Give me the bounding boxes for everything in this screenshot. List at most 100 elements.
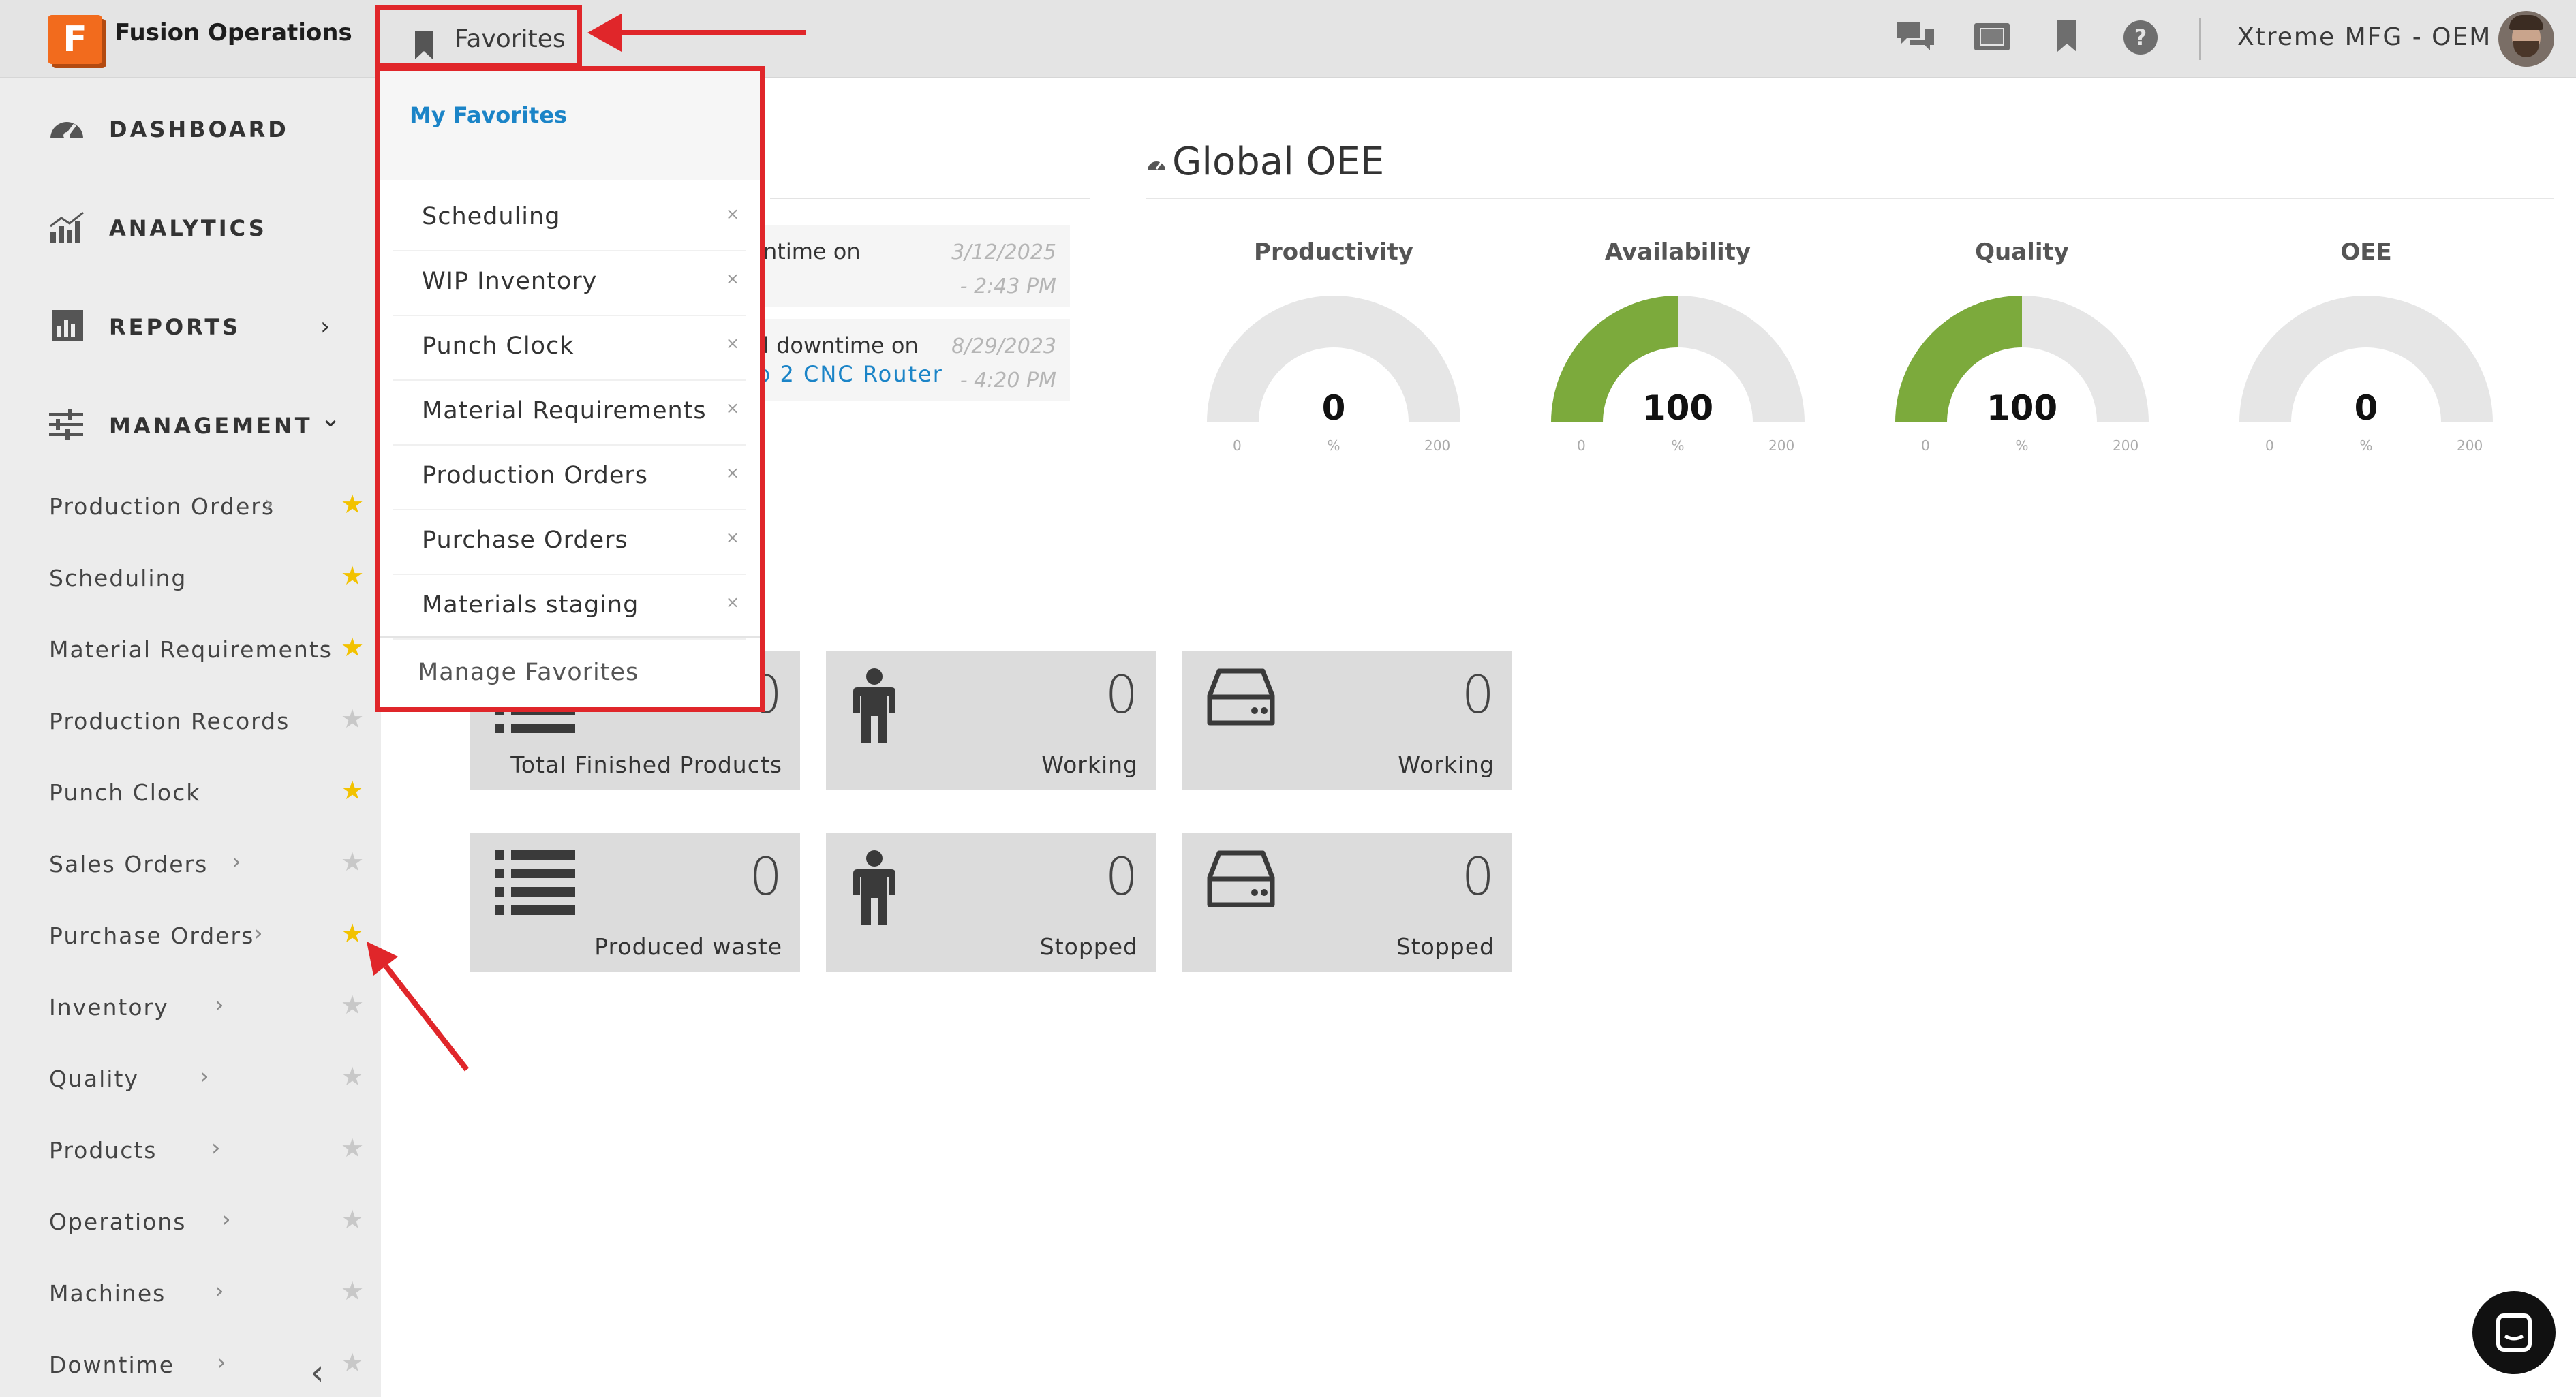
star-icon[interactable]: ★ [341,1061,364,1091]
favorite-item-label: Punch Clock [422,332,574,360]
remove-favorite-icon[interactable]: × [726,269,739,288]
star-icon[interactable]: ★ [341,1348,364,1378]
chevron-right-icon[interactable]: › [215,1277,224,1305]
remove-favorite-icon[interactable]: × [726,463,739,482]
star-icon[interactable]: ★ [341,990,364,1020]
remove-favorite-icon[interactable]: × [726,399,739,418]
gauge-title: Quality [1975,238,2069,266]
sidebar-item-label: MANAGEMENT [109,413,313,439]
sidebar-item-dashboard[interactable]: DASHBOARD [0,91,381,159]
sidebar-item-products[interactable]: Products › ★ [0,1114,381,1185]
app-title[interactable]: Fusion Operations [114,19,352,46]
manage-favorites-label: Manage Favorites [418,659,639,686]
chevron-right-icon[interactable]: › [320,313,330,341]
remove-favorite-icon[interactable]: × [726,204,739,223]
gauge-title: Availability [1604,238,1751,266]
favorite-item-material-requirements[interactable]: Material Requirements × [393,379,746,446]
star-icon[interactable]: ★ [341,1276,364,1306]
stat-card-working-people[interactable]: 0 Working [826,651,1156,790]
chat-launcher-button[interactable] [2472,1291,2556,1374]
sidebar-item-quality[interactable]: Quality › ★ [0,1042,381,1114]
avatar[interactable] [2498,11,2554,67]
stat-card-produced-waste[interactable]: 0 Produced waste [470,833,800,972]
sidebar-item-production-records[interactable]: Production Records ★ [0,685,381,756]
sidebar-item-material-requirements[interactable]: Material Requirements ★ [0,613,381,685]
star-icon[interactable]: ★ [341,489,364,519]
star-icon[interactable]: ★ [341,775,364,805]
sidebar-item-label: Downtime [49,1352,175,1378]
gauge-max: 200 [2457,437,2483,454]
sidebar-item-label: ANALYTICS [109,215,267,241]
sidebar-item-inventory[interactable]: Inventory › ★ [0,971,381,1042]
stat-card-working-machines[interactable]: 0 Working [1182,651,1512,790]
favorites-header-label: My Favorites [410,102,568,128]
notification-link[interactable]: p 2 CNC Router [756,361,943,387]
chevron-right-icon[interactable]: › [254,920,263,947]
favorites-dropdown: My Favorites Scheduling × WIP Inventory … [375,66,765,712]
favorite-item-punch-clock[interactable]: Punch Clock × [393,315,746,381]
sidebar-item-analytics[interactable]: ANALYTICS [0,189,381,258]
chevron-right-icon[interactable]: › [217,1349,226,1376]
sidebar-item-machines[interactable]: Machines › ★ [0,1257,381,1328]
sidebar-item-management[interactable]: MANAGEMENT ⌄ [0,387,381,455]
chevron-right-icon[interactable]: › [221,1206,231,1233]
gauge-max: 200 [1768,437,1795,454]
stat-card-stopped-people[interactable]: 0 Stopped [826,833,1156,972]
star-icon[interactable]: ★ [341,918,364,948]
remove-favorite-icon[interactable]: × [726,334,739,353]
gauge-value: 0 [1321,388,1346,428]
stat-label: Stopped [1039,933,1138,960]
sidebar-item-label: Operations [49,1209,187,1235]
company-name[interactable]: Xtreme MFG - OEM [2237,23,2491,51]
star-icon[interactable]: ★ [341,847,364,877]
app-logo[interactable]: F [48,15,102,64]
chevron-down-icon[interactable]: ⌄ [320,405,341,433]
sidebar-item-punch-clock[interactable]: Punch Clock ★ [0,756,381,828]
sidebar-item-production-orders[interactable]: Production Orders › ★ [0,470,381,542]
favorite-item-purchase-orders[interactable]: Purchase Orders × [393,509,746,575]
favorite-item-label: Scheduling [422,203,561,230]
chevron-right-icon[interactable]: › [264,491,274,518]
remove-favorite-icon[interactable]: × [726,593,739,612]
manage-favorites-link[interactable]: Manage Favorites [380,636,760,709]
favorite-item-materials-staging[interactable]: Materials staging × [393,574,746,640]
sidebar-item-purchase-orders[interactable]: Purchase Orders › ★ [0,899,381,971]
star-icon[interactable]: ★ [341,704,364,734]
favorite-item-label: Production Orders [422,462,649,489]
sidebar-item-reports[interactable]: REPORTS › [0,288,381,356]
person-icon [853,668,895,743]
favorite-item-scheduling[interactable]: Scheduling × [393,185,746,251]
favorite-item-label: Purchase Orders [422,527,628,554]
gauge-max: 200 [2113,437,2139,454]
stat-label: Total Finished Products [510,751,782,778]
chevron-right-icon[interactable]: › [232,848,241,875]
gauge-title: Productivity [1254,238,1413,266]
management-icon [49,409,83,440]
chevron-right-icon[interactable]: › [215,991,224,1018]
sidebar-item-label: Purchase Orders [49,922,255,949]
gauge-max: 200 [1424,437,1451,454]
help-icon[interactable]: ? [2122,19,2159,56]
bookmark-icon[interactable] [2056,19,2078,53]
oee-divider [1146,198,2554,199]
screen-icon[interactable] [1973,19,2011,55]
chevron-right-icon[interactable]: › [211,1134,221,1162]
notification-date: 8/29/2023- 4:20 PM [951,335,1056,392]
stat-card-stopped-machines[interactable]: 0 Stopped [1182,833,1512,972]
star-icon[interactable]: ★ [341,1204,364,1234]
star-icon[interactable]: ★ [341,1133,364,1163]
svg-text:?: ? [2134,25,2147,50]
favorite-item-production-orders[interactable]: Production Orders × [393,444,746,510]
annotation-arrow [367,942,470,1072]
star-icon[interactable]: ★ [341,632,364,662]
favorites-button[interactable]: Favorites [375,5,582,68]
collapse-sidebar-icon[interactable]: ‹ [310,1352,324,1393]
sidebar-item-operations[interactable]: Operations › ★ [0,1185,381,1257]
remove-favorite-icon[interactable]: × [726,528,739,547]
favorite-item-wip-inventory[interactable]: WIP Inventory × [393,250,746,316]
chevron-right-icon[interactable]: › [200,1063,209,1090]
chat-icon[interactable] [1896,19,1935,55]
star-icon[interactable]: ★ [341,561,364,591]
sidebar-item-sales-orders[interactable]: Sales Orders › ★ [0,828,381,899]
sidebar-item-scheduling[interactable]: Scheduling ★ [0,542,381,613]
